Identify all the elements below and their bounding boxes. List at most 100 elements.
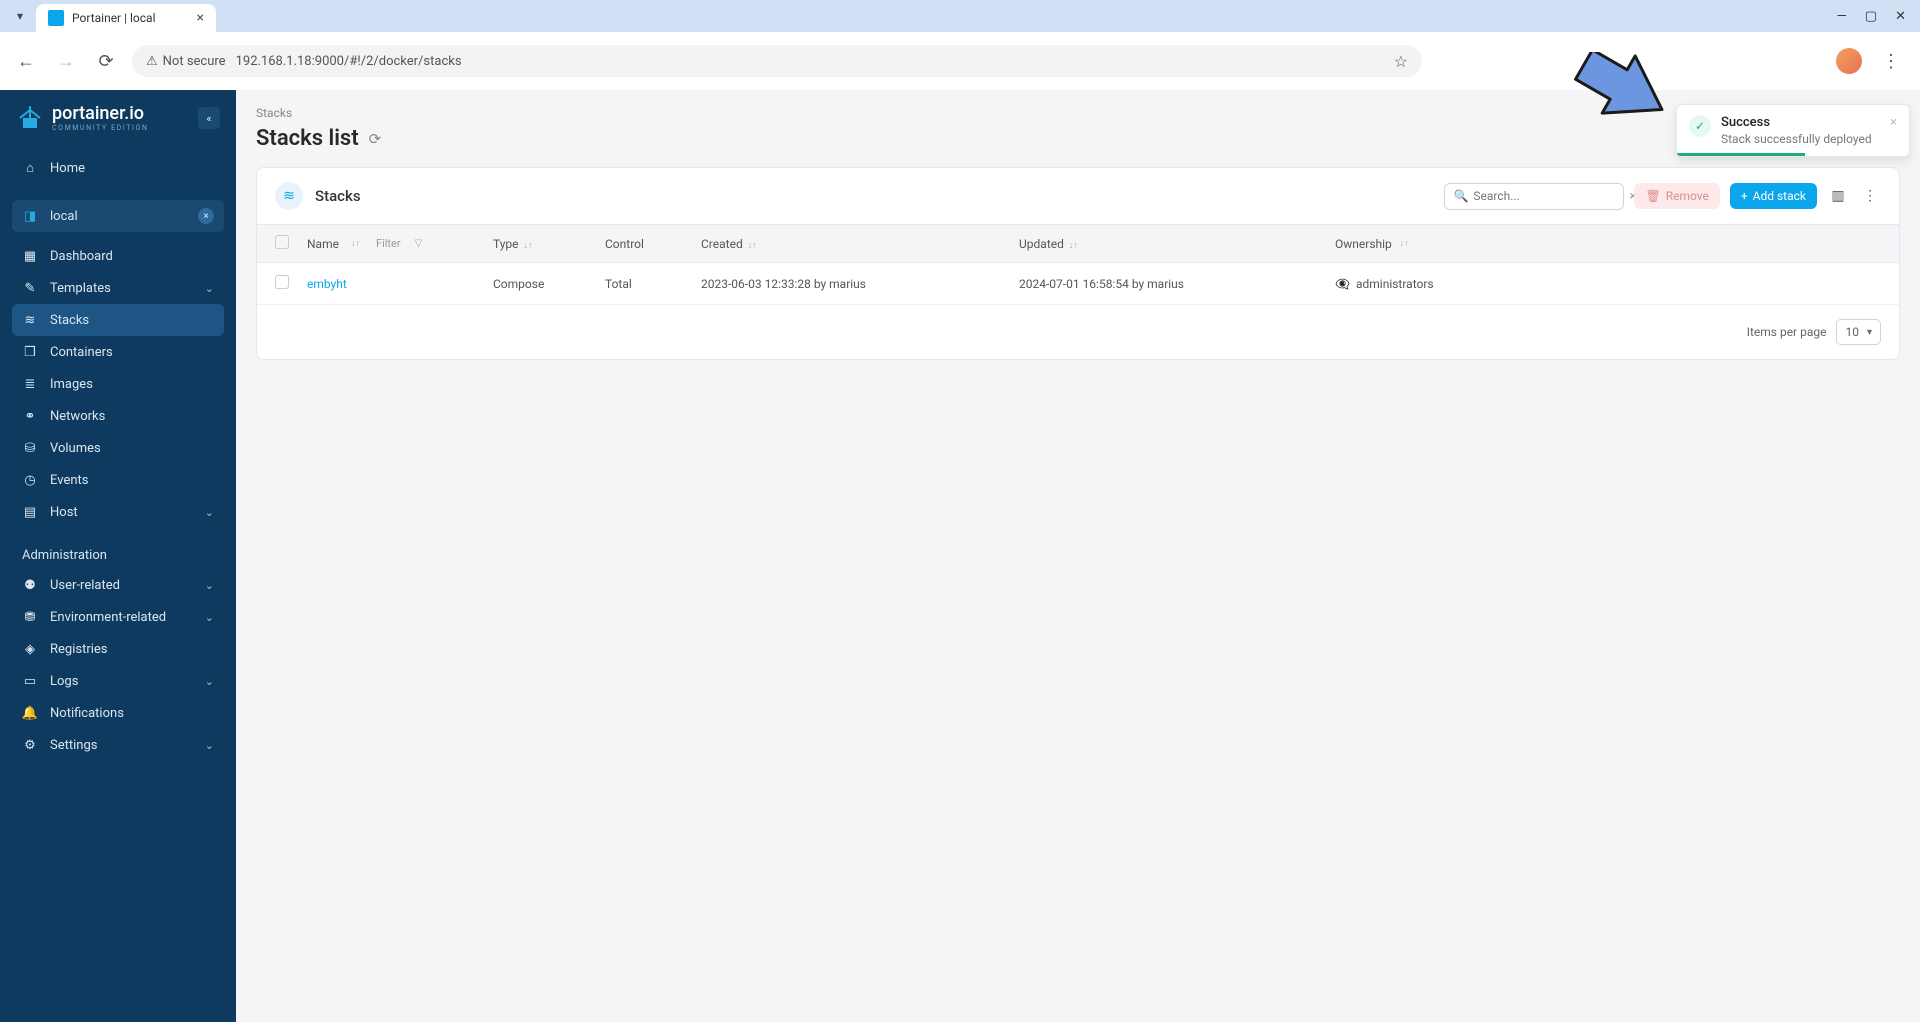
layers-icon: ≋	[22, 312, 38, 328]
logo-text: portainer.io COMMUNITY EDITION	[52, 105, 149, 132]
close-icon[interactable]: ×	[197, 10, 204, 26]
sort-icon: ↓↑	[1069, 241, 1078, 251]
table-footer: Items per page 10 ▾	[257, 305, 1899, 359]
home-icon: ⌂	[22, 160, 38, 176]
file-icon: ▭	[22, 673, 38, 689]
env-close-icon[interactable]: ×	[198, 208, 214, 224]
toast-progress	[1677, 153, 1805, 156]
stack-link[interactable]: embyht	[307, 277, 347, 291]
row-checkbox[interactable]	[275, 275, 289, 289]
refresh-icon[interactable]: ⟳	[369, 130, 382, 148]
close-window-icon[interactable]: ✕	[1895, 9, 1906, 24]
sidebar-item-env-related[interactable]: ⛃ Environment-related ⌄	[12, 601, 224, 633]
search-box[interactable]: 🔍 ×	[1444, 183, 1624, 210]
sidebar-item-notifications[interactable]: 🔔 Notifications	[12, 697, 224, 729]
filter-label[interactable]: Filter	[376, 237, 401, 250]
sort-icon: ↓↑	[351, 238, 360, 249]
col-created[interactable]: Created	[701, 237, 743, 251]
back-icon[interactable]: ←	[12, 47, 40, 75]
list-icon: ≣	[22, 376, 38, 392]
more-icon[interactable]: ⋮	[1859, 188, 1881, 204]
add-label: Add stack	[1753, 189, 1806, 203]
col-name[interactable]: Name	[307, 237, 339, 251]
col-type[interactable]: Type	[493, 237, 519, 251]
forward-icon[interactable]: →	[52, 47, 80, 75]
sidebar-item-label: Environment-related	[50, 610, 193, 625]
remove-button[interactable]: 🗑 Remove	[1634, 183, 1719, 209]
sidebar-item-networks[interactable]: ⚭ Networks	[12, 400, 224, 432]
sidebar-item-events[interactable]: ◷ Events	[12, 464, 224, 496]
sidebar-item-label: Volumes	[50, 441, 214, 456]
sidebar-item-label: Stacks	[50, 313, 214, 328]
layers-icon: ≋	[275, 182, 303, 210]
sidebar-item-home[interactable]: ⌂ Home	[12, 152, 224, 184]
sidebar-item-label: Settings	[50, 738, 193, 753]
chevron-down-icon: ⌄	[205, 739, 214, 752]
col-control: Control	[605, 237, 644, 251]
tab-bar: ▾ Portainer | local × ― ▢ ✕	[0, 0, 1920, 32]
add-stack-button[interactable]: + Add stack	[1730, 183, 1817, 209]
stack-type: Compose	[493, 277, 544, 291]
col-ownership[interactable]: Ownership	[1335, 237, 1392, 251]
col-updated[interactable]: Updated	[1019, 237, 1064, 251]
sidebar-item-label: Images	[50, 377, 214, 392]
table-header: Name ↓↑ Filter ▽ Type ↓↑ Control Created…	[257, 224, 1899, 263]
sidebar-item-registries[interactable]: ◈ Registries	[12, 633, 224, 665]
sidebar-heading-admin: Administration	[12, 536, 224, 569]
window-controls: ― ▢ ✕	[1823, 0, 1920, 32]
sidebar-item-label: Events	[50, 473, 214, 488]
toast-content: Success Stack successfully deployed	[1721, 115, 1880, 146]
sidebar-item-settings[interactable]: ⚙ Settings ⌄	[12, 729, 224, 761]
filter-icon: ▽	[415, 238, 423, 249]
star-icon[interactable]: ☆	[1394, 52, 1408, 71]
browser-menu-icon[interactable]: ⋮	[1874, 51, 1908, 72]
sidebar-item-label: Logs	[50, 674, 193, 689]
sidebar-env-local[interactable]: ◨ local ×	[12, 200, 224, 232]
profile-avatar[interactable]	[1836, 48, 1862, 74]
url-box[interactable]: ⚠ Not secure 192.168.1.18:9000/#!/2/dock…	[132, 45, 1422, 77]
security-label: Not secure	[163, 54, 226, 69]
tabs-dropdown-icon[interactable]: ▾	[8, 4, 32, 28]
table-row: embyht Compose Total 2023-06-03 12:33:28…	[257, 263, 1899, 305]
toast-message: Stack successfully deployed	[1721, 132, 1880, 146]
clock-icon: ◷	[22, 472, 38, 488]
collapse-sidebar-icon[interactable]: «	[198, 107, 220, 129]
gear-icon: ⚙	[22, 737, 38, 753]
page-title-row: Stacks list ⟳	[256, 126, 1900, 151]
sidebar-item-stacks[interactable]: ≋ Stacks	[12, 304, 224, 336]
sidebar-header: portainer.io COMMUNITY EDITION «	[0, 90, 236, 148]
sidebar-item-images[interactable]: ≣ Images	[12, 368, 224, 400]
sidebar-item-label: Dashboard	[50, 249, 214, 264]
items-per-page-value: 10	[1845, 325, 1859, 339]
sort-icon: ↓↑	[748, 241, 757, 251]
select-all-checkbox[interactable]	[275, 235, 289, 249]
logo-sub: COMMUNITY EDITION	[52, 125, 149, 132]
sidebar-item-host[interactable]: ▤ Host ⌄	[12, 496, 224, 528]
favicon-icon	[48, 10, 64, 26]
card-actions: 🔍 × 🗑 Remove + Add stack ▥ ⋮	[1444, 183, 1881, 210]
search-input[interactable]	[1473, 189, 1629, 203]
sidebar-item-logs[interactable]: ▭ Logs ⌄	[12, 665, 224, 697]
minimize-icon[interactable]: ―	[1837, 9, 1847, 24]
chevron-down-icon: ⌄	[205, 611, 214, 624]
sidebar-item-containers[interactable]: ❒ Containers	[12, 336, 224, 368]
stack-updated: 2024-07-01 16:58:54 by marius	[1019, 277, 1184, 291]
sidebar-item-templates[interactable]: ✎ Templates ⌄	[12, 272, 224, 304]
reload-icon[interactable]: ⟳	[92, 47, 120, 75]
maximize-icon[interactable]: ▢	[1865, 9, 1877, 24]
sidebar-item-user-related[interactable]: ⚉ User-related ⌄	[12, 569, 224, 601]
sidebar-item-label: Notifications	[50, 706, 214, 721]
eye-off-icon: 👁‍🗨	[1335, 277, 1350, 291]
url-text: 192.168.1.18:9000/#!/2/docker/stacks	[236, 54, 462, 69]
items-per-page-select[interactable]: 10 ▾	[1836, 319, 1881, 345]
sidebar-item-volumes[interactable]: ⛁ Volumes	[12, 432, 224, 464]
trash-icon: 🗑	[1645, 189, 1660, 203]
success-toast: ✓ Success Stack successfully deployed ×	[1676, 104, 1910, 157]
chevron-down-icon: ⌄	[205, 506, 214, 519]
toast-title: Success	[1721, 115, 1880, 130]
columns-icon[interactable]: ▥	[1827, 188, 1849, 204]
sidebar-item-dashboard[interactable]: ▦ Dashboard	[12, 240, 224, 272]
close-icon[interactable]: ×	[1890, 115, 1897, 146]
check-circle-icon: ✓	[1689, 115, 1711, 137]
browser-tab[interactable]: Portainer | local ×	[36, 4, 216, 32]
